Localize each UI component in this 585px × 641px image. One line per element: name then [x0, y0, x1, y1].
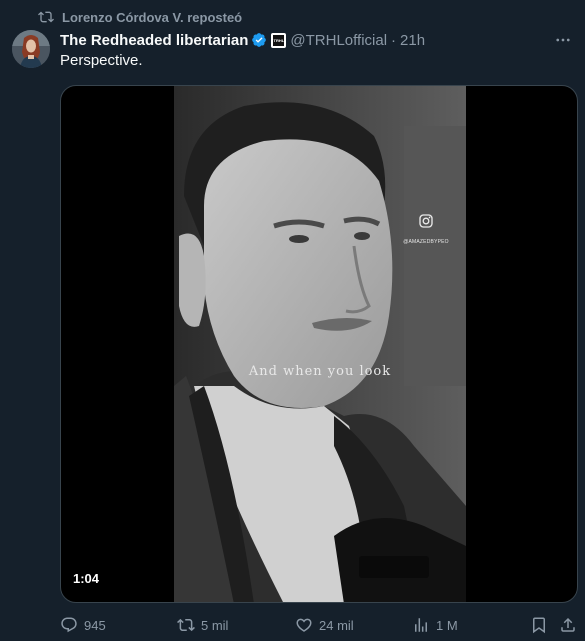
- instagram-icon: [419, 214, 433, 228]
- video-frame[interactable]: @AMAZEDBYPEO And when you look: [174, 86, 466, 602]
- views-count: 1 M: [436, 617, 458, 633]
- handle[interactable]: @TRHLofficial: [290, 32, 387, 49]
- tweet[interactable]: Lorenzo Córdova V. reposteó The Redheade…: [0, 0, 585, 641]
- video-player[interactable]: @AMAZEDBYPEO And when you look 1:04: [60, 85, 578, 603]
- avatar-image: [12, 30, 50, 68]
- repost-text: Lorenzo Córdova V. reposteó: [62, 9, 243, 25]
- repost-icon: [38, 11, 54, 23]
- tweet-text: Perspective.: [60, 52, 143, 69]
- bookmark-icon: [533, 617, 545, 634]
- watermark: @AMAZEDBYPEO: [391, 213, 461, 245]
- repost-button[interactable]: 5 mil: [177, 615, 228, 635]
- reply-icon: [61, 617, 77, 633]
- heart-icon: [296, 618, 312, 632]
- reply-button[interactable]: 945: [60, 615, 106, 635]
- views-button[interactable]: 1 M: [412, 615, 458, 635]
- share-icon: [561, 617, 575, 632]
- more-options-button[interactable]: [553, 30, 573, 50]
- video-caption: And when you look: [248, 364, 392, 379]
- affiliate-badge[interactable]: TRHL: [271, 32, 287, 48]
- repost-count: 5 mil: [201, 617, 229, 633]
- repost-indicator[interactable]: Lorenzo Córdova V. reposteó: [38, 8, 242, 26]
- more-icon: [556, 38, 570, 42]
- reply-count: 945: [84, 617, 106, 633]
- analytics-icon: [415, 618, 427, 632]
- video-duration: 1:04: [73, 571, 100, 586]
- like-count: 24 mil: [319, 617, 354, 633]
- verified-badge-icon[interactable]: [251, 32, 267, 48]
- share-button[interactable]: [559, 615, 577, 635]
- timestamp[interactable]: 21h: [400, 32, 425, 49]
- avatar[interactable]: [12, 30, 50, 68]
- action-bar: 945 5 mil 24 mil 1 M: [60, 615, 580, 635]
- bookmark-button[interactable]: [530, 615, 548, 635]
- repost-icon: [177, 618, 195, 632]
- watermark-text: @AMAZEDBYPEO: [403, 239, 449, 245]
- like-button[interactable]: 24 mil: [295, 615, 354, 635]
- video-still-image: [174, 86, 466, 602]
- display-name[interactable]: The Redheaded libertarian: [60, 32, 248, 49]
- separator-dot: ·: [391, 31, 397, 49]
- tweet-header: The Redheaded libertarian TRHL @TRHLoffi…: [60, 30, 545, 50]
- affiliate-badge-text: TRHL: [273, 34, 285, 46]
